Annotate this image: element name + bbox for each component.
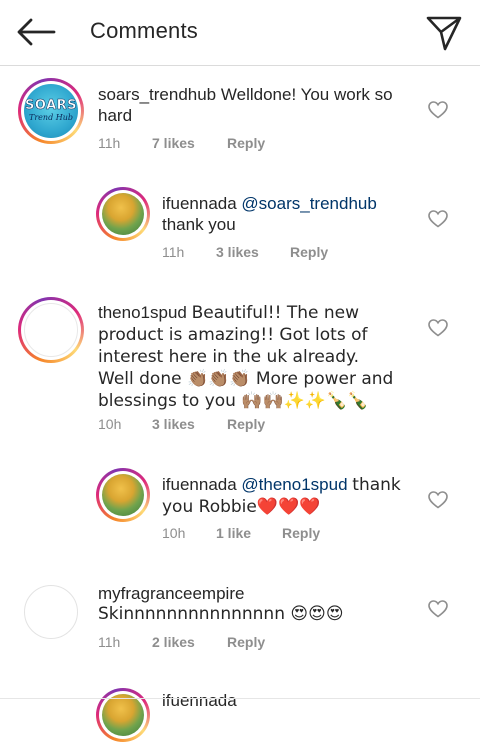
- profile-photo: [102, 694, 144, 736]
- comment-meta: 11h 7 likes Reply: [98, 135, 398, 153]
- back-button[interactable]: [14, 14, 58, 50]
- avatar[interactable]: SOARS Trend Hub: [18, 78, 84, 144]
- avatar[interactable]: [96, 688, 150, 742]
- comment-meta: 11h 2 likes Reply: [98, 634, 398, 652]
- send-button[interactable]: [424, 12, 464, 52]
- heart-icon[interactable]: [428, 491, 448, 509]
- comment-username[interactable]: ifuennada: [162, 194, 237, 213]
- avatar[interactable]: [18, 297, 84, 363]
- comment-time: 10h: [162, 525, 186, 541]
- likes-count[interactable]: 3 likes: [216, 244, 259, 260]
- avatar[interactable]: [24, 585, 78, 639]
- mention-link[interactable]: @theno1spud: [241, 475, 347, 494]
- comment-text: ifuennada @soars_trendhub thank you: [162, 193, 412, 235]
- comment-username[interactable]: myfragranceempire: [98, 583, 418, 604]
- comment-text: myfragranceempire Skinnnnnnnnnnnnnnn 😍😍😍: [98, 583, 418, 625]
- heart-icon[interactable]: [428, 101, 448, 119]
- comment-username[interactable]: ifuennada: [162, 690, 237, 711]
- comment-text: theno1spud Beautiful!! The new product i…: [98, 302, 398, 412]
- heart-icon[interactable]: [428, 319, 448, 337]
- comment-body: Skinnnnnnnnnnnnnnn 😍😍😍: [98, 604, 344, 624]
- comment-username[interactable]: ifuennada: [162, 475, 237, 494]
- reply-button[interactable]: Reply: [227, 416, 265, 432]
- arrow-left-icon: [17, 18, 56, 46]
- avatar[interactable]: [96, 468, 150, 522]
- reply-button[interactable]: Reply: [282, 525, 320, 541]
- page-title: Comments: [90, 18, 198, 43]
- comment-text: soars_trendhub Welldone! You work so har…: [98, 84, 414, 126]
- profile-photo: [102, 193, 144, 235]
- comment-username[interactable]: theno1spud: [98, 303, 187, 322]
- heart-icon[interactable]: [428, 210, 448, 228]
- reply-button[interactable]: Reply: [227, 634, 265, 650]
- likes-count[interactable]: 7 likes: [152, 135, 195, 151]
- bottom-divider: [0, 698, 480, 699]
- comment-meta: 10h 1 like Reply: [162, 525, 402, 543]
- likes-count[interactable]: 1 like: [216, 525, 251, 541]
- mention-link[interactable]: @soars_trendhub: [241, 194, 376, 213]
- header-bar: Comments: [0, 0, 480, 66]
- heart-icon[interactable]: [428, 600, 448, 618]
- comment-time: 11h: [98, 135, 121, 151]
- comment-time: 10h: [98, 416, 122, 432]
- comment-time: 11h: [98, 634, 121, 650]
- profile-photo: [102, 474, 144, 516]
- comment-meta: 11h 3 likes Reply: [162, 244, 402, 262]
- avatar[interactable]: [96, 187, 150, 241]
- comment-text: ifuennada @theno1spud thank you Robbie❤️…: [162, 474, 418, 518]
- paper-plane-icon: [426, 16, 462, 51]
- likes-count[interactable]: 3 likes: [152, 416, 195, 432]
- reply-button[interactable]: Reply: [227, 135, 265, 151]
- reply-button[interactable]: Reply: [290, 244, 328, 260]
- comment-username[interactable]: soars_trendhub: [98, 85, 216, 104]
- profile-photo: [24, 303, 78, 357]
- comment-body: thank you: [162, 215, 236, 234]
- comment-meta: 10h 3 likes Reply: [98, 416, 398, 434]
- likes-count[interactable]: 2 likes: [152, 634, 195, 650]
- soars-logo: SOARS Trend Hub: [24, 84, 78, 138]
- comment-time: 11h: [162, 244, 185, 260]
